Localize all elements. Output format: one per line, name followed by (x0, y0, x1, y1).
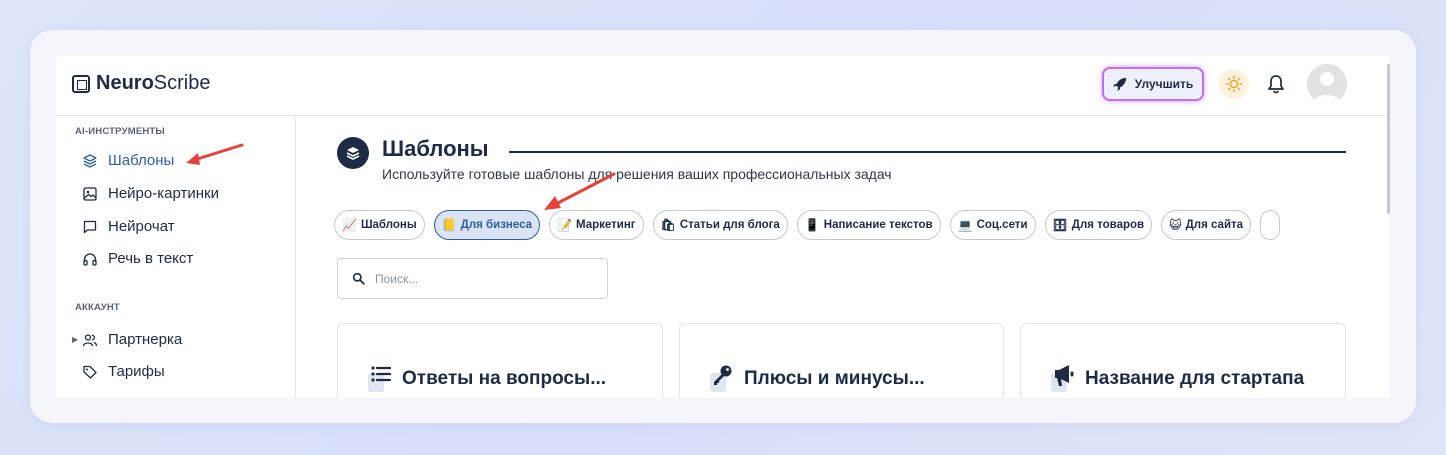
sidebar-item-label: Тарифы (108, 363, 165, 380)
category-chips: 📈 Шаблоны 📒 Для бизнеса 📝 Маркетинг 🛍 Статьи… (334, 210, 1390, 240)
laptop-icon: 💻 (957, 218, 973, 232)
page-title: Шаблоны (382, 136, 489, 161)
chat-icon (83, 220, 97, 233)
user-avatar-icon (1307, 64, 1347, 104)
image-icon (83, 186, 97, 201)
list-icon (368, 366, 392, 392)
sidebar-item-label: Нейро-картинки (108, 185, 219, 202)
logo-icon (72, 74, 90, 93)
card-title: Ответы на вопросы... (402, 368, 607, 389)
sidebar-item-tariffs[interactable]: Тарифы (82, 363, 165, 380)
logo-text: NeuroScribe (96, 72, 211, 94)
search-box[interactable] (337, 258, 608, 299)
section-title-ai-tools: AI-ИНСТРУМЕНТЫ (75, 126, 165, 137)
search-input[interactable] (375, 271, 595, 286)
chip-more[interactable] (1260, 210, 1281, 240)
app-window: NeuroScribe Улучшить AI-ИНСТРУМЕНТЫ Шабл… (56, 56, 1390, 398)
cat-face-icon: 😺 (1169, 218, 1182, 232)
headphones-icon (83, 252, 97, 266)
phone-icon: 📱 (804, 218, 820, 232)
bell-icon[interactable] (1264, 72, 1288, 96)
top-bar: NeuroScribe Улучшить (56, 56, 1390, 214)
chip-for-business[interactable]: 📒 Для бизнеса (433, 210, 541, 240)
card-title: Название для стартапа (1085, 368, 1305, 389)
template-card[interactable]: Ответы на вопросы... (337, 323, 663, 398)
layers-icon (83, 153, 97, 168)
memo-icon: 📝 (557, 218, 572, 232)
upgrade-button[interactable]: Улучшить (1102, 67, 1204, 101)
chip-for-site[interactable]: 😺 Для сайта (1161, 210, 1252, 240)
sidebar-item-label: Шаблоны (108, 152, 175, 169)
notebook-icon: 📒 (441, 218, 457, 232)
upgrade-label: Улучшить (1134, 77, 1194, 91)
logo[interactable]: NeuroScribe (72, 72, 211, 95)
megaphone-icon (1051, 365, 1074, 392)
sidebar-item-templates[interactable]: Шаблоны (82, 152, 174, 169)
cabinet-icon: 🗄 (1052, 218, 1068, 232)
tag-icon (83, 365, 97, 379)
users-icon (82, 333, 98, 346)
template-card[interactable]: Название для стартапа (1020, 323, 1346, 398)
sidebar-item-label: Речь в текст (108, 250, 194, 267)
expand-caret-icon[interactable]: ▶ (72, 335, 78, 344)
sidebar-item-label: Партнерка (108, 331, 183, 348)
chip-text-writing[interactable]: 📱 Написание текстов (796, 210, 941, 240)
page-subtitle: Используйте готовые шаблоны для решения … (382, 166, 892, 182)
rocket-icon (1112, 77, 1126, 91)
template-card[interactable]: Плюсы и минусы... (679, 323, 1004, 398)
chip-social[interactable]: 💻 Соц.сети (949, 210, 1036, 240)
main-content: Шаблоны Используйте готовые шаблоны для … (296, 116, 1390, 398)
sidebar-item-neurochat[interactable]: Нейрочат (82, 218, 175, 235)
theme-toggle[interactable] (1219, 69, 1249, 99)
title-divider (509, 151, 1346, 153)
search-icon (352, 272, 365, 285)
sidebar: AI-ИНСТРУМЕНТЫ Шаблоны Нейро-картинки Не… (56, 116, 296, 398)
sidebar-item-speech-to-text[interactable]: Речь в текст (82, 250, 193, 267)
chart-icon: 📈 (342, 218, 357, 232)
sidebar-item-partners[interactable]: Партнерка (82, 331, 182, 348)
sidebar-item-neuro-images[interactable]: Нейро-картинки (82, 185, 219, 202)
card-title: Плюсы и минусы... (744, 368, 925, 389)
section-title-account: АККАУНТ (75, 302, 120, 313)
key-icon (710, 365, 732, 392)
sun-icon (1225, 75, 1243, 93)
chip-templates[interactable]: 📈 Шаблоны (334, 210, 425, 240)
title-badge (337, 137, 369, 169)
chip-for-products[interactable]: 🗄 Для товаров (1044, 210, 1153, 240)
chip-marketing[interactable]: 📝 Маркетинг (549, 210, 644, 240)
chip-blog-articles[interactable]: 🛍 Статьи для блога (652, 210, 788, 240)
shopping-bags-icon: 🛍 (660, 218, 676, 232)
sidebar-item-label: Нейрочат (108, 218, 175, 235)
layers-icon (346, 147, 360, 160)
avatar[interactable] (1307, 64, 1347, 104)
